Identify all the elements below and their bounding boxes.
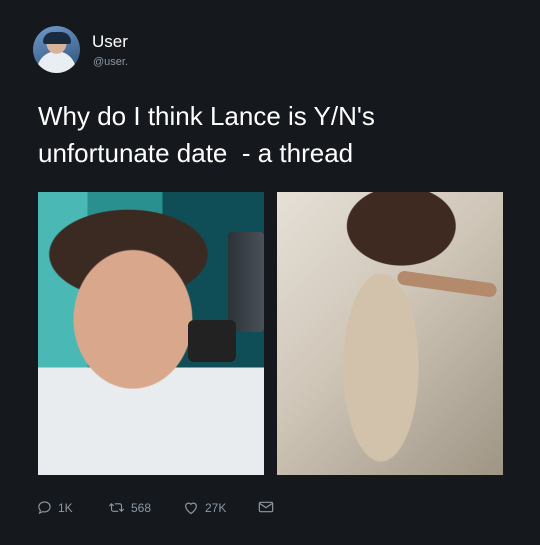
reply-button[interactable]: 1K [37, 500, 73, 515]
avatar[interactable] [33, 26, 80, 73]
photo-camera-shape [188, 320, 236, 362]
avatar-cap-shape [43, 32, 71, 44]
photo-equipment-shape [228, 232, 264, 332]
tweet-text: Why do I think Lance is Y/N's unfortunat… [38, 101, 375, 168]
retweet-count: 568 [131, 500, 152, 515]
reply-icon [38, 501, 51, 515]
envelope-icon [258, 501, 274, 513]
like-count: 27K [205, 500, 227, 515]
retweet-icon [109, 503, 124, 512]
share-button[interactable] [258, 500, 274, 514]
author-handle[interactable]: @user. [93, 56, 128, 68]
photo-arm-shape [396, 270, 498, 298]
author-name[interactable]: User [92, 32, 128, 52]
retweet-button[interactable]: 568 [108, 500, 151, 515]
heart-icon [185, 502, 197, 515]
media-photo-2[interactable] [277, 192, 503, 475]
media-photo-1[interactable] [38, 192, 264, 475]
like-button[interactable]: 27K [183, 500, 226, 515]
reply-count: 1K [58, 500, 73, 515]
tweet-card: User @user. Why do I think Lance is Y/N'… [0, 0, 540, 545]
